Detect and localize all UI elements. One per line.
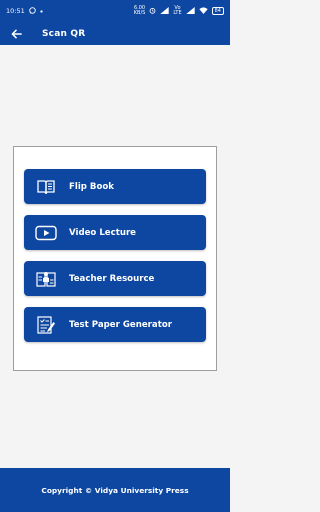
signal-icon: [160, 6, 170, 16]
menu-label-teacher-resource: Teacher Resource: [69, 273, 155, 284]
app-bar: Scan QR: [0, 22, 230, 45]
menu-label-video-lecture: Video Lecture: [69, 227, 137, 238]
arrow-left-icon: [11, 24, 22, 43]
signal-icon-2: [185, 6, 195, 16]
footer: Copyright © Vidya University Press: [0, 468, 230, 512]
volte-indicator: Vo LTE: [173, 5, 182, 16]
whatsapp-notification-icon: [28, 6, 36, 16]
teacher-resource-icon: [34, 268, 58, 290]
copyright-text: Copyright © Vidya University Press: [41, 485, 189, 495]
test-paper-icon: [34, 314, 58, 336]
menu-label-flip-book: Flip Book: [69, 181, 114, 192]
video-lecture-button[interactable]: Video Lecture: [24, 215, 206, 250]
menu-label-test-paper-generator: Test Paper Generator: [69, 319, 172, 330]
wifi-icon: [198, 6, 208, 16]
more-dots-icon: [40, 7, 43, 15]
alarm-icon: [149, 7, 156, 16]
status-bar-right: 6.00 KB/S Vo LTE 84: [134, 6, 224, 16]
video-play-icon: [34, 222, 58, 244]
test-paper-generator-button[interactable]: Test Paper Generator: [24, 307, 206, 342]
status-bar-left: 10:51: [6, 6, 43, 16]
book-icon: [34, 176, 58, 198]
network-speed: 6.00 KB/S: [133, 5, 146, 16]
status-time: 10:51: [6, 7, 25, 15]
battery-indicator: 84: [211, 7, 224, 15]
page-title: Scan QR: [42, 28, 86, 39]
menu-panel: Flip Book Video Lecture Teacher Resource: [13, 146, 217, 371]
status-bar: 10:51 6.00 KB/S Vo LTE 84: [0, 0, 230, 22]
teacher-resource-button[interactable]: Teacher Resource: [24, 261, 206, 296]
back-button[interactable]: [0, 22, 32, 45]
flip-book-button[interactable]: Flip Book: [24, 169, 206, 204]
